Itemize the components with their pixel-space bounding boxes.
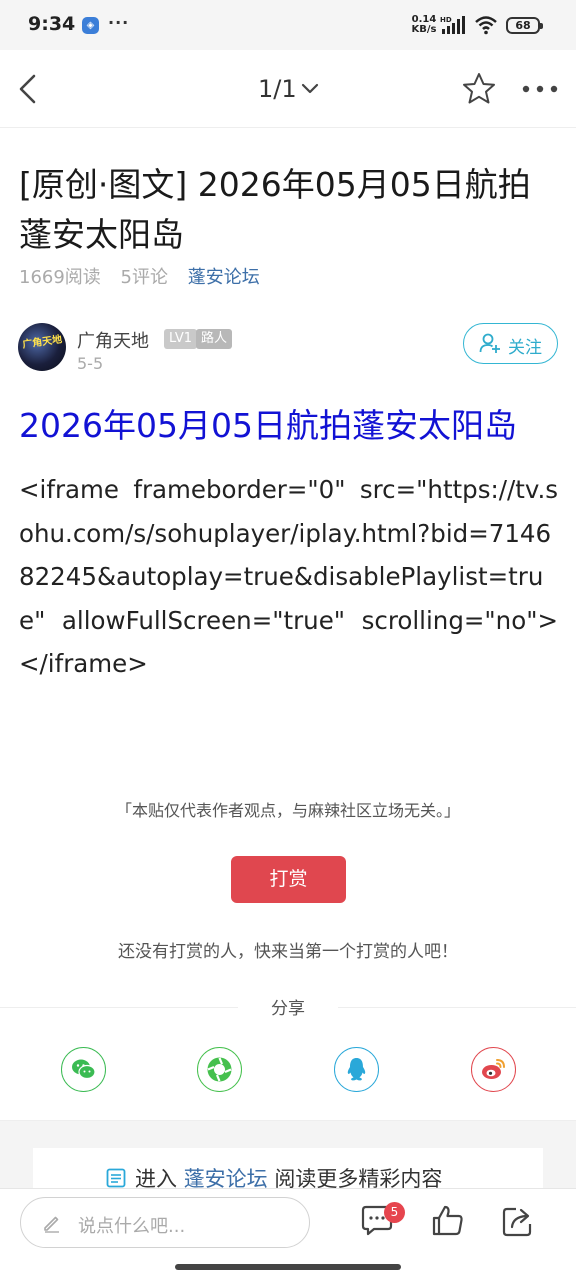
share-weibo-button[interactable]	[471, 1047, 516, 1092]
wechat-icon	[72, 1059, 96, 1080]
enter-forum-card[interactable]: 进入 蓬安论坛 阅读更多精彩内容	[33, 1148, 543, 1193]
comment-count-badge: 5	[384, 1202, 405, 1223]
back-arrow-icon[interactable]	[14, 72, 44, 106]
wifi-icon	[475, 16, 497, 35]
chevron-down-icon[interactable]	[300, 80, 320, 98]
comment-input[interactable]: 说点什么吧...	[20, 1197, 310, 1248]
weibo-icon	[482, 1059, 505, 1079]
share-label: 分享	[238, 994, 338, 1019]
more-horizontal-icon[interactable]	[520, 80, 560, 98]
qq-icon	[347, 1058, 366, 1081]
share-moments-button[interactable]	[197, 1047, 242, 1092]
share-wechat-button[interactable]	[61, 1047, 106, 1092]
content-heading: 2026年05月05日航拍蓬安太阳岛	[19, 406, 517, 445]
comment-count: 5评论	[120, 267, 168, 288]
author-row: 广角天地 广角天地 LV1 路人 5-5 关注	[18, 321, 558, 377]
content-body: <iframe frameborder="0" src="https://tv.…	[19, 475, 558, 678]
author-name[interactable]: 广角天地	[77, 327, 149, 353]
share-qq-button[interactable]	[334, 1047, 379, 1092]
disclaimer-text: 「本贴仅代表作者观点，与麻辣社区立场无关。」	[115, 801, 460, 820]
avatar-text: 广角天地	[21, 334, 63, 351]
list-icon	[106, 1168, 126, 1188]
app-notification-icon: ◈	[82, 17, 99, 34]
reward-note: 还没有打赏的人，快来当第一个打赏的人吧！	[118, 942, 458, 962]
home-indicator[interactable]	[175, 1264, 401, 1270]
moments-icon	[207, 1057, 232, 1082]
avatar[interactable]: 广角天地	[18, 323, 66, 371]
follow-label: 关注	[508, 338, 542, 358]
signal-icon: HD	[440, 16, 465, 34]
post-meta: 1669阅读 5评论 蓬安论坛	[19, 263, 274, 289]
network-speed-unit: KB/s	[411, 24, 437, 35]
hd-label: HD	[440, 16, 452, 24]
pencil-icon	[44, 1216, 59, 1233]
star-icon[interactable]	[461, 71, 497, 107]
level-badge: LV1	[164, 329, 197, 349]
thumbs-up-icon[interactable]	[430, 1203, 466, 1239]
post-date: 5-5	[77, 354, 104, 373]
page-indicator[interactable]: 1/1	[258, 75, 297, 103]
post-title: [原创·图文] 2026年05月05日航拍蓬安太阳岛	[19, 165, 531, 254]
status-time: 9:34	[28, 13, 76, 35]
read-count: 1669阅读	[19, 267, 101, 288]
status-bar: 9:34 ◈ ··· 0.14 KB/s HD 68	[0, 0, 576, 50]
top-nav-bar: 1/1	[0, 50, 576, 128]
network-speed: 0.14 KB/s	[410, 15, 438, 35]
more-notifications-icon: ···	[108, 13, 130, 32]
role-badge: 路人	[196, 329, 233, 349]
follow-button[interactable]: 关注	[463, 323, 558, 364]
add-user-icon	[479, 333, 500, 353]
share-icon[interactable]	[500, 1203, 536, 1239]
comment-placeholder: 说点什么吧...	[78, 1216, 186, 1237]
forum-link[interactable]: 蓬安论坛	[188, 267, 260, 288]
reward-button[interactable]: 打赏	[231, 856, 346, 903]
battery-icon: 68	[506, 17, 543, 34]
